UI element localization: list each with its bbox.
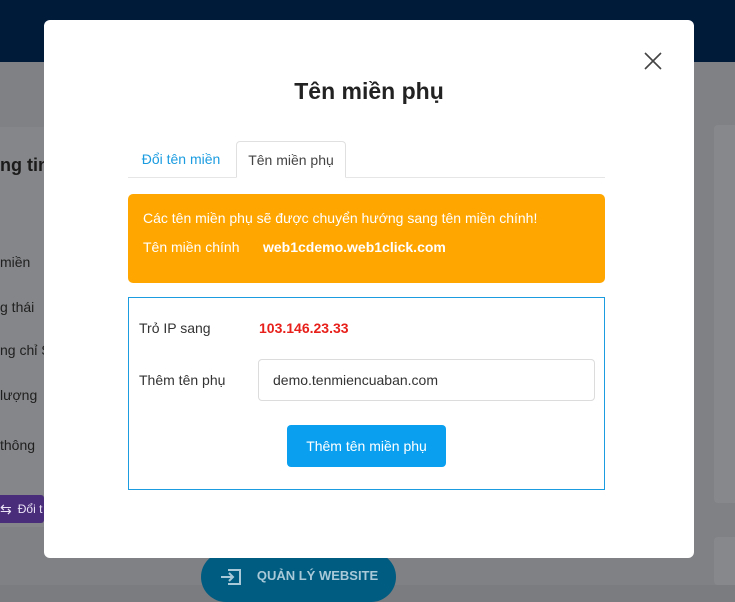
tab-change-domain[interactable]: Đổi tên miền	[128, 141, 234, 177]
change-button[interactable]: ⇆ Đổi t	[0, 495, 44, 523]
info-label: lượng	[0, 387, 38, 403]
notice-box: Các tên miền phụ sẽ được chuyển hướng sa…	[128, 194, 605, 283]
change-button-label: Đổi t	[17, 502, 43, 516]
subdomain-form: Trỏ IP sang 103.146.23.33 Thêm tên phụ T…	[128, 297, 605, 490]
info-card	[0, 127, 50, 527]
info-label: thông	[0, 437, 36, 453]
close-button[interactable]	[641, 49, 665, 73]
ip-label: Trỏ IP sang	[139, 320, 211, 336]
main-domain-row: Tên miền chính web1cdemo.web1click.com	[143, 239, 605, 255]
main-domain-label: Tên miền chính	[143, 239, 240, 255]
close-icon	[644, 52, 662, 70]
subdomain-input[interactable]	[258, 359, 595, 401]
info-label: g thái	[0, 299, 35, 315]
subdomain-modal: Tên miền phụ Đổi tên miền Tên miền phụ C…	[44, 20, 694, 558]
swap-icon: ⇆	[0, 500, 12, 517]
manage-website-label: QUẢN LÝ WEBSITE	[256, 568, 379, 583]
ip-value: 103.146.23.33	[259, 320, 349, 336]
modal-title: Tên miền phụ	[294, 78, 444, 104]
login-icon	[219, 568, 243, 589]
add-subdomain-button[interactable]: Thêm tên miền phụ	[287, 425, 446, 467]
main-domain-value: web1cdemo.web1click.com	[263, 239, 446, 255]
notice-message: Các tên miền phụ sẽ được chuyển hướng sa…	[143, 210, 538, 226]
subdomain-label: Thêm tên phụ	[139, 372, 226, 388]
side-card	[714, 537, 735, 585]
side-card	[714, 125, 735, 503]
info-card-heading: ng tin	[0, 155, 49, 175]
tab-subdomain[interactable]: Tên miền phụ	[236, 141, 346, 178]
info-label: miền	[0, 254, 31, 270]
manage-website-button[interactable]: QUẢN LÝ WEBSITE	[201, 552, 396, 602]
modal-tabs: Đổi tên miền Tên miền phụ	[128, 141, 605, 178]
